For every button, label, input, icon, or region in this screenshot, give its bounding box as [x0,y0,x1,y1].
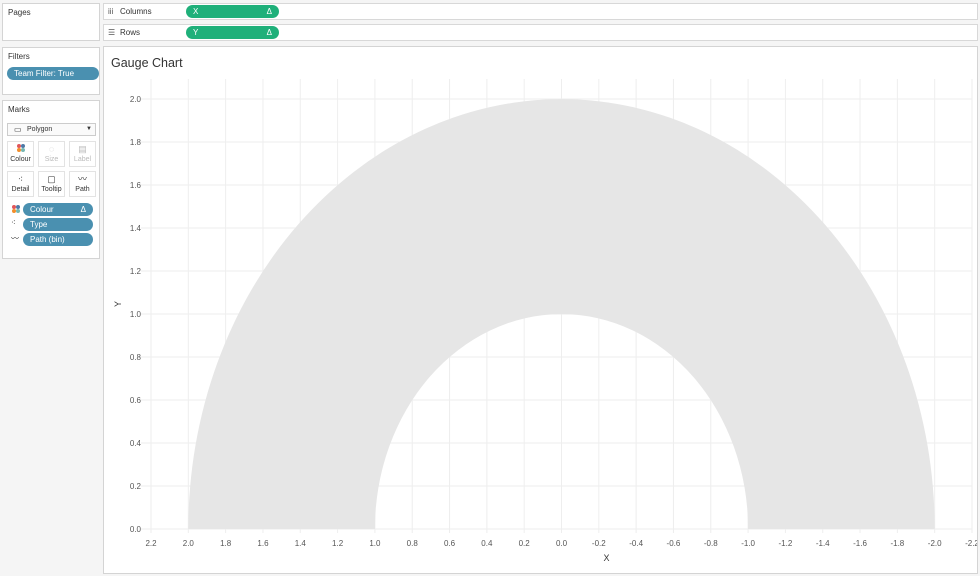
pages-title: Pages [8,8,31,17]
x-tick-label: 1.4 [295,539,307,548]
y-tick-label: 0.8 [130,353,142,362]
y-axis-label: Y [113,301,123,307]
y-tick-label: 1.4 [130,224,142,233]
x-tick-label: 1.8 [220,539,232,548]
x-tick-label: -2.2 [965,539,977,548]
x-axis-label: X [603,553,609,563]
x-tick-label: -0.4 [629,539,643,548]
x-tick-label: 0.2 [519,539,531,548]
x-tick-label: -0.6 [667,539,681,548]
x-tick-label: 1.2 [332,539,344,548]
marks-field-path-label: Path (bin) [30,235,65,244]
y-tick-label: 2.0 [130,95,142,104]
marks-field-colour-label: Colour [30,205,54,214]
pages-card[interactable]: Pages [2,3,100,41]
marks-field-type-label: Type [30,220,48,229]
x-tick-label: 0.4 [481,539,493,548]
rows-shelf[interactable]: ☰ Rows Y Δ [103,24,978,41]
y-tick-label: 0.0 [130,525,142,534]
tooltip-icon: ▢ [47,174,56,184]
marks-tooltip-label: Tooltip [41,186,62,193]
marks-field-colour[interactable]: Colour Δ [23,203,93,216]
y-tick-label: 1.8 [130,138,142,147]
y-tick-label: 0.2 [130,482,142,491]
marks-path-label: Path [75,186,90,193]
x-tick-label: 1.6 [257,539,269,548]
y-tick-label: 0.4 [130,439,142,448]
path-icon: 〰 [11,234,19,243]
mark-type-label: Polygon [27,126,53,133]
polygon-icon: ▭ [14,125,22,134]
x-tick-label: 0.6 [444,539,456,548]
x-tick-label: 0.0 [556,539,568,548]
marks-detail-label: Detail [11,186,30,193]
y-tick-label: 1.2 [130,267,142,276]
marks-label-button[interactable]: ▤ Label [69,141,96,167]
columns-pill-x[interactable]: X Δ [186,5,279,18]
marks-detail-button[interactable]: ⁖ Detail [7,171,34,197]
columns-shelf-label: Columns [120,7,152,16]
rows-pill-y-label: Y [193,28,199,37]
columns-shelf[interactable]: iii Columns X Δ [103,3,978,20]
marks-field-type[interactable]: Type [23,218,93,231]
delta-icon: Δ [266,7,272,16]
marks-label-label: Label [73,156,92,163]
delta-icon: Δ [266,28,272,37]
y-tick-label: 1.6 [130,181,142,190]
y-tick-label: 1.0 [130,310,142,319]
x-tick-label: -1.0 [741,539,755,548]
filters-card[interactable]: Filters Team Filter: True [2,47,100,95]
y-tick-label: 0.6 [130,396,142,405]
gauge-chart[interactable]: 2.2 2.0 1.8 1.6 1.4 1.2 1.0 0.8 0.6 0.4 0.2 0.0 -0.2… [104,47,977,573]
rows-pill-y[interactable]: Y Δ [186,26,279,39]
label-icon: ▤ [78,144,87,154]
marks-size-label: Size [44,156,59,163]
chevron-down-icon: ▼ [86,126,92,132]
x-tick-label: -0.8 [704,539,718,548]
marks-tooltip-button[interactable]: ▢ Tooltip [38,171,65,197]
colour-icon [11,204,21,216]
filter-pill-team[interactable]: Team Filter: True [7,67,99,80]
x-tick-label: 2.0 [183,539,195,548]
columns-icon: iii [108,7,114,16]
delta-icon: Δ [80,205,86,214]
marks-colour-button[interactable]: Colour [7,141,34,167]
detail-icon: ⁖ [17,174,24,184]
rows-shelf-label: Rows [120,28,141,37]
marks-path-button[interactable]: 〰 Path [69,171,96,197]
x-tick-label: -1.4 [816,539,830,548]
x-tick-label: 1.0 [369,539,381,548]
marks-field-path[interactable]: Path (bin) [23,233,93,246]
columns-pill-x-label: X [193,7,199,16]
rows-icon: ☰ [108,28,116,37]
marks-colour-label: Colour [10,156,31,163]
x-tick-label: -0.2 [592,539,606,548]
marks-title: Marks [8,105,30,114]
x-tick-label: 2.2 [145,539,157,548]
colour-icon [8,143,33,156]
worksheet-view[interactable]: Gauge Chart 2.2 2.0 1.8 1.6 1.4 1.2 1.0 0.8 0.6 0… [103,46,978,574]
x-tick-label: -2.0 [928,539,942,548]
path-icon: 〰 [77,174,87,184]
x-tick-label: -1.2 [779,539,793,548]
filters-title: Filters [8,52,30,61]
mark-type-dropdown[interactable]: ▭ Polygon ▼ [7,123,96,136]
x-tick-label: -1.8 [890,539,904,548]
size-icon: ◌ [48,144,55,154]
x-tick-label: 0.8 [407,539,419,548]
x-tick-label: -1.6 [853,539,867,548]
detail-icon: ⁖ [11,218,16,227]
marks-card[interactable]: Marks ▭ Polygon ▼ Colour ◌ Size ▤ Label … [2,100,100,259]
marks-size-button[interactable]: ◌ Size [38,141,65,167]
